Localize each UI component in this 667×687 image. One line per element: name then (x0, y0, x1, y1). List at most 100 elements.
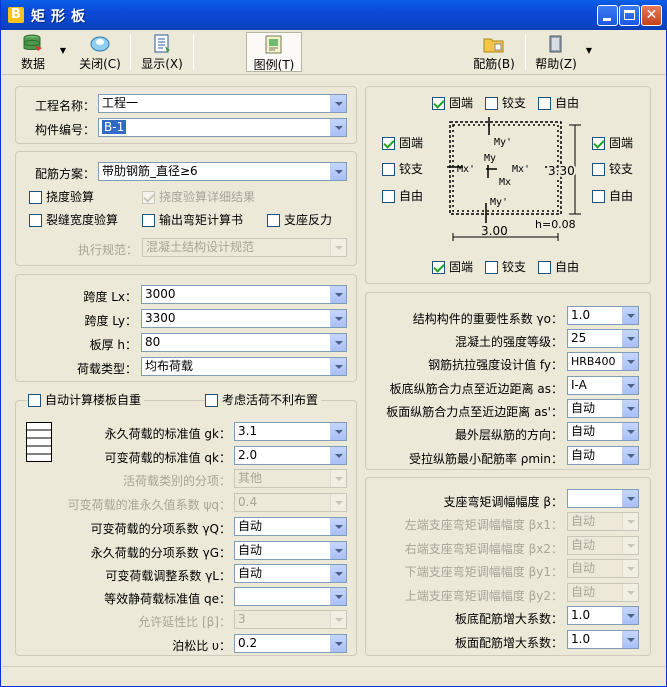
project-name-combo[interactable]: 工程一 (98, 94, 347, 113)
bottom-free-radio[interactable]: 自由 (538, 261, 579, 277)
h-combo[interactable]: 80 (141, 333, 347, 352)
chevron-down-icon[interactable] (330, 239, 346, 256)
as2-combo[interactable]: 自动 (567, 399, 639, 418)
chevron-down-icon[interactable] (330, 611, 346, 628)
chevron-down-icon[interactable] (622, 490, 638, 507)
chevron-down-icon[interactable] (330, 163, 346, 180)
scheme-combo[interactable]: 带肋钢筋_直径≥6 (98, 162, 347, 181)
checkbox-box[interactable] (538, 261, 551, 274)
by2-combo[interactable]: 自动 (567, 583, 639, 602)
chevron-down-icon[interactable] (330, 635, 346, 652)
checkbox-box[interactable] (382, 190, 395, 203)
gk-combo[interactable]: 3.1 (234, 422, 347, 441)
display-button[interactable]: 显示(X) (138, 32, 186, 72)
qe-combo[interactable] (234, 587, 347, 606)
checkbox-box[interactable] (142, 214, 155, 227)
bottom-hinged-radio[interactable]: 铰支 (485, 261, 526, 277)
member-id-combo[interactable]: B-1 (98, 118, 347, 137)
checkbox-box[interactable] (538, 97, 551, 110)
chevron-down-icon[interactable] (622, 607, 638, 624)
close-window-button[interactable]: ✕ (641, 5, 662, 26)
gamma0-combo[interactable]: 1.0 (567, 306, 639, 325)
top-amp-combo[interactable]: 1.0 (567, 630, 639, 649)
checkbox-box[interactable] (28, 394, 41, 407)
chevron-down-icon[interactable] (622, 423, 638, 440)
checkbox-box[interactable] (205, 394, 218, 407)
bottom-amp-combo[interactable]: 1.0 (567, 606, 639, 625)
chevron-down-icon[interactable] (622, 584, 638, 601)
lx-combo[interactable]: 3000 (141, 285, 347, 304)
bottom-fixed-radio[interactable]: 固端 (432, 261, 473, 277)
live-unfav-checkbox[interactable]: 考虑活荷不利布置 (205, 394, 322, 410)
left-hinged-radio[interactable]: 铰支 (382, 163, 423, 179)
close-button[interactable]: 关闭(C) (76, 32, 124, 72)
qk-combo[interactable]: 2.0 (234, 446, 347, 465)
ductility-combo[interactable]: 3 (234, 610, 347, 629)
right-hinged-radio[interactable]: 铰支 (592, 163, 633, 179)
top-hinged-radio[interactable]: 铰支 (485, 97, 526, 113)
beta-combo[interactable] (567, 489, 639, 508)
chevron-down-icon[interactable] (330, 447, 346, 464)
gammaQ-combo[interactable]: 自动 (234, 517, 347, 536)
gammaG-combo[interactable]: 自动 (234, 541, 347, 560)
right-free-radio[interactable]: 自由 (592, 190, 633, 206)
top-fixed-radio[interactable]: 固端 (432, 97, 473, 113)
chevron-down-icon[interactable] (330, 518, 346, 535)
checkbox-box[interactable] (142, 191, 155, 204)
direction-combo[interactable]: 自动 (567, 422, 639, 441)
left-free-radio[interactable]: 自由 (382, 190, 423, 206)
load-type-combo[interactable]: 均布荷载 (141, 357, 347, 376)
right-fixed-radio[interactable]: 固端 (592, 137, 633, 153)
checkbox-box[interactable] (485, 97, 498, 110)
checkbox-box[interactable] (592, 163, 605, 176)
chevron-down-icon[interactable] (622, 330, 638, 347)
code-combo[interactable]: 混凝土结构设计规范 (142, 238, 347, 257)
checkbox-box[interactable] (29, 191, 42, 204)
poisson-combo[interactable]: 0.2 (234, 634, 347, 653)
rho-combo[interactable]: 自动 (567, 446, 639, 465)
moment-calc-checkbox[interactable]: 输出弯矩计算书 (142, 214, 243, 230)
psiq-combo[interactable]: 0.4 (234, 493, 347, 512)
checkbox-box[interactable] (432, 261, 445, 274)
gammaL-combo[interactable]: 自动 (234, 564, 347, 583)
deflection-checkbox[interactable]: 挠度验算 (29, 191, 94, 207)
chevron-down-icon[interactable] (622, 631, 638, 648)
chevron-down-icon[interactable] (622, 560, 638, 577)
ly-combo[interactable]: 3300 (141, 309, 347, 328)
help-button[interactable]: 帮助(Z) ▼ (532, 32, 592, 72)
minimize-button[interactable] (597, 5, 618, 26)
chevron-down-icon[interactable] (622, 307, 638, 324)
data-button[interactable]: 数据 ▼ (12, 32, 66, 72)
chevron-down-icon[interactable] (330, 334, 346, 351)
data-dropdown-icon[interactable]: ▼ (60, 46, 66, 55)
checkbox-box[interactable] (592, 190, 605, 203)
support-reaction-checkbox[interactable]: 支座反力 (267, 214, 332, 230)
chevron-down-icon[interactable] (330, 286, 346, 303)
checkbox-box[interactable] (382, 163, 395, 176)
crack-checkbox[interactable]: 裂缝宽度验算 (29, 214, 118, 230)
chevron-down-icon[interactable] (622, 353, 638, 370)
help-dropdown-icon[interactable]: ▼ (586, 46, 592, 55)
as-combo[interactable]: Ⅰ-A (567, 376, 639, 395)
checkbox-box[interactable] (592, 137, 605, 150)
checkbox-box[interactable] (432, 97, 445, 110)
chevron-down-icon[interactable] (622, 537, 638, 554)
chevron-down-icon[interactable] (330, 542, 346, 559)
chevron-down-icon[interactable] (330, 588, 346, 605)
auto-selfweight-checkbox[interactable]: 自动计算楼板自重 (28, 394, 145, 410)
chevron-down-icon[interactable] (622, 447, 638, 464)
bx1-combo[interactable]: 自动 (567, 512, 639, 531)
live-cat-combo[interactable]: 其他 (234, 469, 347, 488)
chevron-down-icon[interactable] (622, 377, 638, 394)
left-fixed-radio[interactable]: 固端 (382, 137, 423, 153)
chevron-down-icon[interactable] (330, 310, 346, 327)
chevron-down-icon[interactable] (622, 513, 638, 530)
chevron-down-icon[interactable] (330, 470, 346, 487)
chevron-down-icon[interactable] (330, 494, 346, 511)
rebar-button[interactable]: 配筋(B) (470, 32, 518, 72)
deflection-detail-checkbox[interactable]: 挠度验算详细结果 (142, 191, 255, 207)
checkbox-box[interactable] (29, 214, 42, 227)
chevron-down-icon[interactable] (330, 358, 346, 375)
checkbox-box[interactable] (485, 261, 498, 274)
by1-combo[interactable]: 自动 (567, 559, 639, 578)
